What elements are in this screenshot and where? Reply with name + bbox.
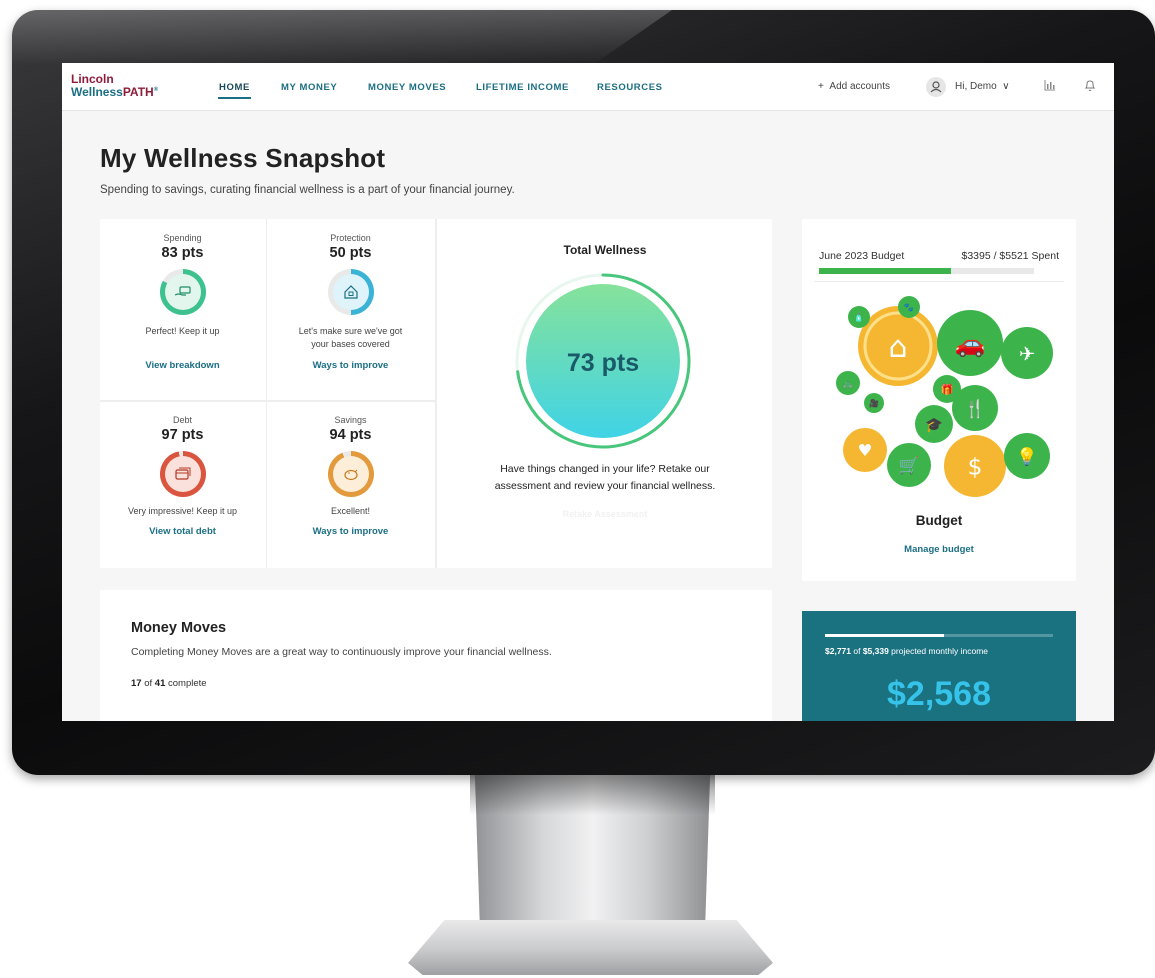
- lightbulb-icon[interactable]: 💡: [1004, 433, 1050, 479]
- svg-text:⌂: ⌂: [888, 330, 907, 365]
- svg-text:♥: ♥: [858, 441, 873, 460]
- protection-ways-to-improve-link[interactable]: Ways to improve: [268, 360, 433, 371]
- view-total-debt-link[interactable]: View total debt: [100, 526, 265, 537]
- health-heart-icon[interactable]: ♥: [843, 428, 887, 472]
- app-screen: Lincoln WellnessPATH® HOME MY MONEY MONE…: [62, 63, 1114, 721]
- svg-text:✈: ✈: [1019, 342, 1035, 365]
- budget-spent: $3395 / $5521 Spent: [961, 250, 1059, 262]
- total-wellness-points: 73 pts: [567, 349, 639, 377]
- spending-score: Spending 83 pts Perfect! Keep it up View…: [100, 233, 265, 371]
- budget-period: June 2023 Budget: [819, 250, 905, 262]
- debt-score: Debt 97 pts Very impressive! Keep it up …: [100, 415, 265, 537]
- retake-assessment-button[interactable]: Retake Assessment: [439, 509, 771, 519]
- piggy-bank-icon: [332, 456, 369, 492]
- money-moves-progress: 17 of 41 complete: [131, 678, 207, 689]
- total-wellness-panel: Total Wellness 73 pts Have things change…: [439, 219, 771, 568]
- income-amount: $2,568: [887, 675, 991, 713]
- graduation-cap-icon[interactable]: 🎓: [915, 405, 953, 443]
- chevron-down-icon: ∨: [1002, 81, 1010, 92]
- nav-lifetime-income[interactable]: LIFETIME INCOME: [476, 82, 569, 93]
- income-progress-bar: [825, 634, 1053, 637]
- bike-icon[interactable]: 🚲: [836, 371, 860, 395]
- retake-message: Have things changed in your life? Retake…: [494, 463, 716, 492]
- bezel-glare: [12, 10, 672, 65]
- manage-budget-link[interactable]: Manage budget: [802, 544, 1076, 555]
- svg-text:🚲: 🚲: [842, 379, 853, 389]
- spending-score-ring: [159, 269, 206, 315]
- budget-card: June 2023 Budget $3395 / $5521 Spent ⌂ 🚗 ✈…: [802, 219, 1076, 581]
- credit-card-icon: [164, 456, 201, 492]
- svg-text:🍴: 🍴: [964, 398, 985, 419]
- protection-score-ring: [327, 269, 374, 315]
- svg-text:🎁: 🎁: [940, 383, 953, 396]
- top-nav: Lincoln WellnessPATH® HOME MY MONEY MONE…: [62, 63, 1114, 111]
- svg-text:🧴: 🧴: [854, 312, 864, 322]
- svg-text:$: $: [968, 454, 983, 481]
- nav-my-money[interactable]: MY MONEY: [281, 82, 337, 93]
- protection-score: Protection 50 pts Let's make sure we've …: [268, 233, 433, 371]
- user-icon: [930, 81, 942, 93]
- svg-text:🎥: 🎥: [869, 398, 879, 408]
- lincoln-wellnesspath-logo[interactable]: Lincoln WellnessPATH®: [71, 73, 158, 98]
- debt-score-ring: [159, 451, 206, 497]
- nav-resources[interactable]: RESOURCES: [597, 82, 663, 93]
- home-icon[interactable]: ⌂: [858, 306, 938, 386]
- house-lock-icon: [332, 274, 369, 310]
- svg-text:🚗: 🚗: [955, 329, 986, 358]
- paw-icon[interactable]: 🐾: [898, 296, 920, 318]
- account-menu[interactable]: Hi, Demo ∨: [955, 81, 1010, 92]
- svg-text:🎓: 🎓: [925, 417, 943, 433]
- monitor-photo: Lincoln WellnessPATH® HOME MY MONEY MONE…: [0, 0, 1155, 978]
- bottles-icon[interactable]: 🧴: [848, 306, 870, 328]
- svg-text:💡: 💡: [1016, 446, 1037, 467]
- total-wellness-gauge: 73 pts: [515, 273, 691, 449]
- plane-icon[interactable]: ✈: [1001, 327, 1053, 379]
- gift-icon[interactable]: 🎁: [933, 375, 961, 403]
- budget-progress-bar: [819, 268, 1034, 274]
- camera-icon[interactable]: 🎥: [864, 393, 884, 413]
- page-title: My Wellness Snapshot: [100, 143, 386, 173]
- shopping-cart-icon[interactable]: 🛒: [887, 443, 931, 487]
- bell-icon[interactable]: [1084, 79, 1096, 95]
- wellness-scores-card: Spending 83 pts Perfect! Keep it up View…: [100, 219, 772, 568]
- svg-text:🛒: 🛒: [899, 456, 920, 475]
- nav-money-moves[interactable]: MONEY MOVES: [368, 82, 446, 93]
- monitor-stand-base: [408, 920, 773, 975]
- budget-bubble-chart: ⌂ 🚗 ✈ 🍴 $ 💡 ♥ 🛒 🎓 🎁 🚲 🎥 🧴 🐾: [836, 296, 1053, 497]
- avatar[interactable]: [926, 77, 946, 97]
- nav-home[interactable]: HOME: [219, 82, 250, 93]
- savings-score-ring: [327, 451, 374, 497]
- money-moves-card: Money Moves Completing Money Moves are a…: [100, 590, 772, 721]
- hand-money-icon: [164, 274, 201, 310]
- svg-text:🐾: 🐾: [904, 302, 914, 312]
- page-subtitle: Spending to savings, curating financial …: [100, 184, 515, 196]
- view-breakdown-link[interactable]: View breakdown: [100, 360, 265, 371]
- lifetime-income-card: $2,771 of $5,339 projected monthly incom…: [802, 611, 1076, 721]
- car-icon[interactable]: 🚗: [937, 310, 1003, 376]
- dollar-coin-icon[interactable]: $: [944, 435, 1006, 497]
- chart-icon[interactable]: [1044, 79, 1056, 94]
- savings-score: Savings 94 pts Excellent! Ways to improv…: [268, 415, 433, 537]
- nav-active-indicator: [218, 97, 251, 99]
- plus-icon: +: [818, 81, 824, 92]
- add-accounts-button[interactable]: + Add accounts: [818, 81, 890, 92]
- savings-ways-to-improve-link[interactable]: Ways to improve: [268, 526, 433, 537]
